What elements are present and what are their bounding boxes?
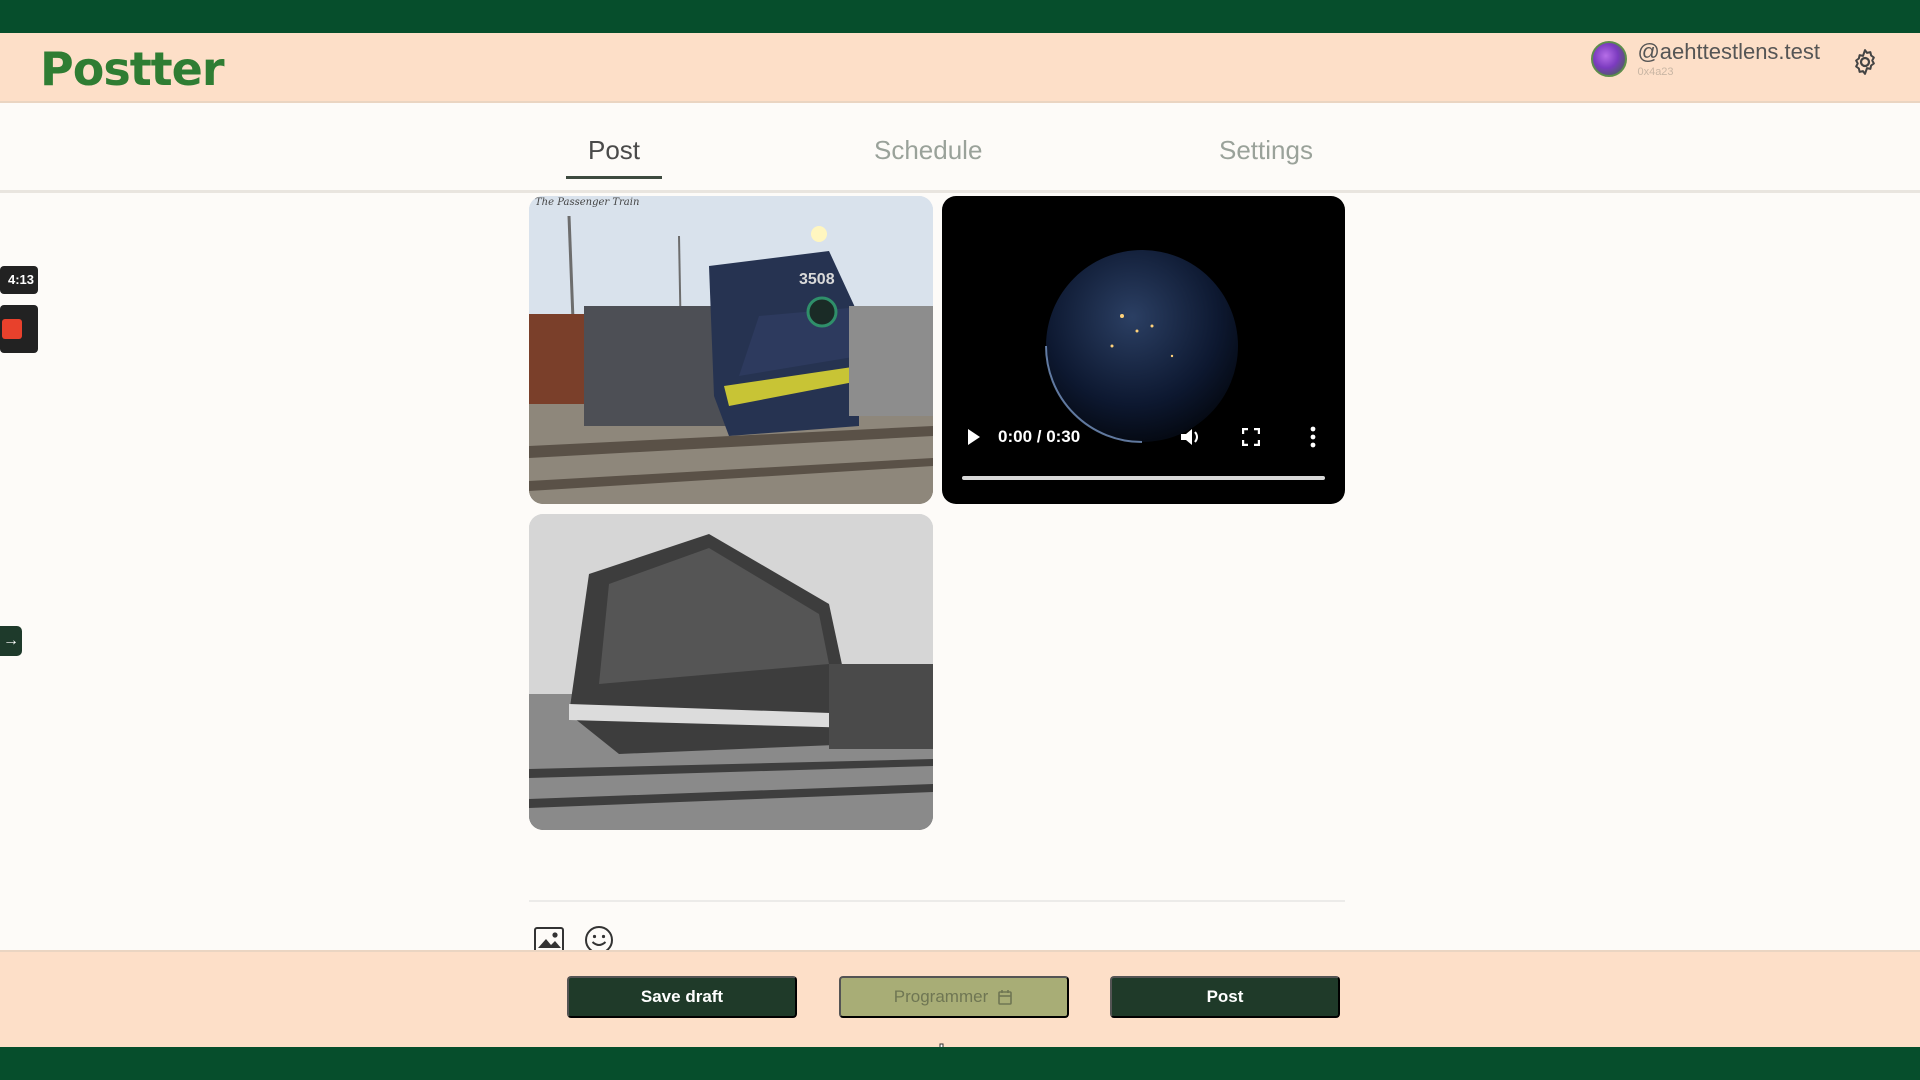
more-options-icon[interactable] [1310, 426, 1316, 448]
screen-top-border [0, 0, 1920, 33]
fullscreen-icon[interactable] [1242, 428, 1260, 446]
user-handle: @aehttestlens.test [1637, 39, 1820, 64]
post-label: Post [1206, 987, 1244, 1006]
media-image-train-bw[interactable] [529, 514, 933, 830]
tab-settings[interactable]: Settings [1219, 135, 1313, 176]
bw-train-image [529, 514, 933, 830]
user-account[interactable]: @aehttestlens.test 0x4a23 [1591, 39, 1820, 79]
svg-text:3508: 3508 [799, 271, 835, 288]
app-window: Postter @aehttestlens.test 0x4a23 Post S… [0, 33, 1920, 1047]
stop-recording-button[interactable] [0, 305, 38, 353]
save-draft-label: Save draft [640, 987, 724, 1006]
tab-post[interactable]: Post [566, 135, 662, 179]
user-address: 0x4a23 [1637, 66, 1674, 78]
calendar-icon [998, 990, 1013, 1005]
user-info: @aehttestlens.test 0x4a23 [1637, 39, 1820, 79]
play-icon[interactable] [968, 429, 980, 445]
arrow-right-icon[interactable]: → [0, 626, 22, 656]
action-footer: Save draft Programmer Post [0, 950, 1920, 1047]
tab-schedule[interactable]: Schedule [874, 135, 982, 176]
video-time: 0:00 / 0:30 [998, 427, 1081, 446]
avatar [1591, 41, 1628, 77]
logo-text: Postter [40, 42, 225, 96]
gear-icon[interactable] [1850, 47, 1880, 77]
image-caption: The Passenger Train [535, 197, 640, 208]
schedule-label: Programmer [893, 987, 989, 1006]
volume-icon[interactable] [1180, 428, 1202, 446]
video-controls: 0:00 / 0:30 [962, 422, 1325, 452]
earth-image [1045, 250, 1238, 443]
post-button[interactable]: Post [1110, 976, 1340, 1018]
composer-divider [529, 900, 1345, 902]
recording-timer: 4:13 [0, 266, 38, 294]
media-video-earth[interactable]: 0:00 / 0:30 [942, 196, 1345, 504]
train-image: 3508 [529, 196, 933, 504]
schedule-button[interactable]: Programmer [839, 976, 1069, 1018]
save-draft-button[interactable]: Save draft [567, 976, 797, 1018]
app-logo[interactable]: Postter [40, 41, 225, 97]
tab-bar: Post Schedule Settings [0, 105, 1920, 193]
screen-bottom-border [0, 1047, 1920, 1080]
video-progress-bar[interactable] [962, 476, 1325, 480]
header: Postter @aehttestlens.test 0x4a23 [0, 33, 1920, 103]
media-image-train-color[interactable]: 3508 The Passenger Train [529, 196, 933, 504]
